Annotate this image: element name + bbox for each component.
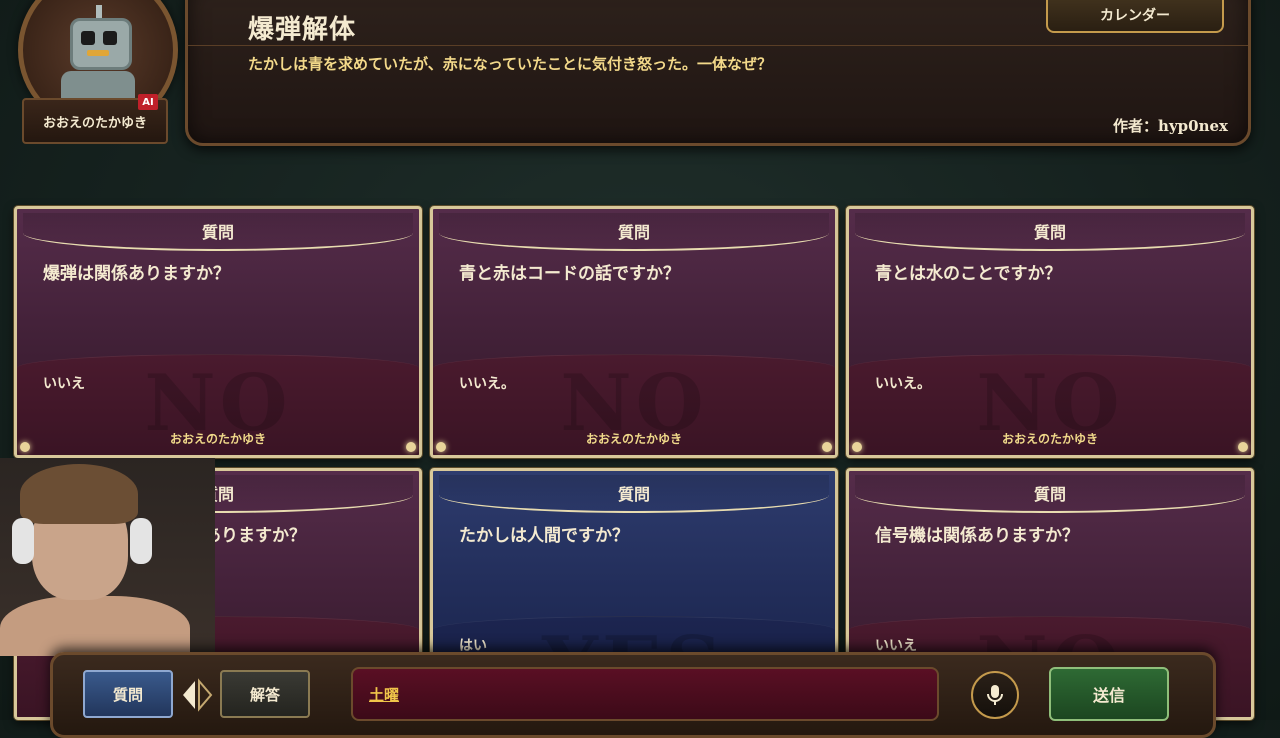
robot-eye <box>81 31 95 45</box>
question-card[interactable]: 質問 爆弾は関係ありますか？ NO いいえ おおえのたかゆき <box>14 206 422 458</box>
microphone-icon <box>987 685 1003 705</box>
puzzle-statement: たかしは青を求めていたが、赤になっていたことに気付き怒った。一体なぜ？ <box>248 55 772 73</box>
headphone-icon <box>12 518 34 564</box>
answer-mode-label: 解答 <box>249 685 280 704</box>
card-question: 青と赤はコードの話ですか？ <box>459 264 680 284</box>
webcam-person-hair <box>20 464 138 524</box>
webcam-overlay <box>0 458 215 656</box>
card-header: 質問 <box>23 213 413 251</box>
ai-badge: AI <box>138 94 158 110</box>
webcam-person-body <box>0 596 190 656</box>
puzzle-author: 作者：hyp0nex <box>1113 117 1228 135</box>
input-bar: 質問 解答 土曜 送信 <box>50 652 1216 738</box>
card-answer: いいえ。 <box>459 376 515 392</box>
question-mode-button[interactable]: 質問 <box>83 670 173 718</box>
robot-mouth <box>87 50 109 56</box>
card-answer: いいえ <box>43 376 85 392</box>
card-answer: いいえ。 <box>875 376 931 392</box>
card-question: 青とは水のことですか？ <box>875 264 1062 284</box>
headphone-icon <box>130 518 152 564</box>
question-card[interactable]: 質問 青と赤はコードの話ですか？ NO いいえ。 おおえのたかゆき <box>430 206 838 458</box>
card-header: 質問 <box>855 213 1245 251</box>
card-responder: おおえのたかゆき <box>585 432 682 446</box>
calendar-button-label: カレンダー <box>1100 8 1170 24</box>
question-card[interactable]: 質問 青とは水のことですか？ NO いいえ。 おおえのたかゆき <box>846 206 1254 458</box>
question-mode-label: 質問 <box>112 685 143 704</box>
card-header: 質問 <box>439 475 829 513</box>
question-input[interactable]: 土曜 <box>351 667 939 721</box>
send-button[interactable]: 送信 <box>1049 667 1169 721</box>
corner-ornament <box>436 442 446 452</box>
robot-eye <box>103 31 117 45</box>
corner-ornament <box>1238 442 1248 452</box>
corner-ornament <box>822 442 832 452</box>
card-question: 爆弾は関係ありますか？ <box>43 264 230 284</box>
title-divider <box>188 45 1248 46</box>
puzzle-title: 爆弾解体 <box>248 15 357 45</box>
robot-icon <box>70 18 132 70</box>
send-button-label: 送信 <box>1092 686 1125 705</box>
calendar-button[interactable]: カレンダー <box>1046 0 1224 33</box>
microphone-button[interactable] <box>971 671 1019 719</box>
question-input-value: 土曜 <box>369 685 400 704</box>
robot-antenna <box>96 5 102 19</box>
corner-ornament <box>852 442 862 452</box>
avatar-name: おおえのたかゆき <box>42 115 147 131</box>
card-question: たかしは人間ですか？ <box>459 526 629 546</box>
card-question: 信号機は関係ありますか？ <box>875 526 1079 546</box>
card-header: 質問 <box>439 213 829 251</box>
puzzle-header-panel: 爆弾解体 たかしは青を求めていたが、赤になっていたことに気付き怒った。一体なぜ？… <box>185 0 1251 146</box>
corner-ornament <box>406 442 416 452</box>
answer-mode-button[interactable]: 解答 <box>220 670 310 718</box>
corner-ornament <box>20 442 30 452</box>
mode-toggle-icon[interactable] <box>179 677 215 713</box>
card-responder: おおえのたかゆき <box>169 432 266 446</box>
card-header: 質問 <box>855 475 1245 513</box>
card-responder: おおえのたかゆき <box>1001 432 1098 446</box>
